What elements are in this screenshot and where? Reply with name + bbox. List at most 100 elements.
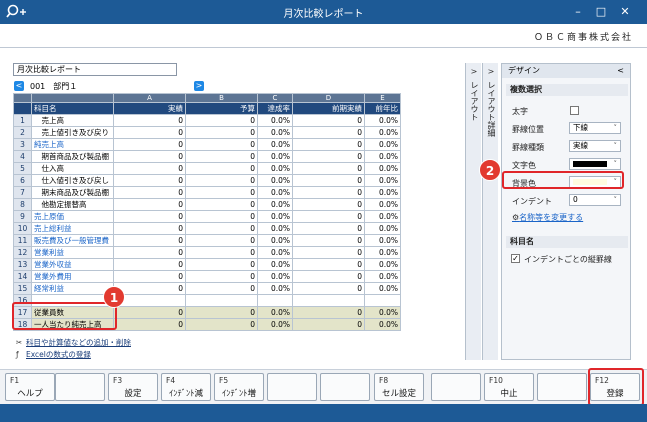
yoy-cell[interactable]: 0.0% [364,305,401,319]
actual-cell[interactable]: 0 [113,126,186,139]
achievement-cell[interactable]: 0.0% [257,234,293,247]
yoy-cell[interactable]: 0.0% [364,114,401,127]
prev-actual-cell[interactable]: 0 [292,174,365,187]
budget-cell[interactable]: 0 [185,114,258,127]
account-cell[interactable]: 販売費及び一般管理費 [31,234,114,247]
fkey-f1-button[interactable]: F1 ヘルプ [5,373,55,401]
prev-actual-cell[interactable]: 0 [292,317,365,331]
row-number[interactable]: 9 [13,210,32,223]
actual-cell[interactable]: 0 [113,114,186,127]
yoy-cell[interactable]: 0.0% [364,234,401,247]
yoy-cell[interactable]: 0.0% [364,270,401,283]
budget-cell[interactable] [185,294,258,307]
report-name-input[interactable]: 月次比較レポート [13,63,177,76]
achievement-cell[interactable]: 0.0% [257,246,293,259]
achievement-cell[interactable]: 0.0% [257,317,293,331]
prev-actual-cell[interactable]: 0 [292,270,365,283]
budget-cell[interactable]: 0 [185,234,258,247]
prev-actual-cell[interactable]: 0 [292,282,365,295]
budget-cell[interactable]: 0 [185,150,258,163]
prev-actual-cell[interactable]: 0 [292,210,365,223]
table-row[interactable]: 9 売上原価 0 0 0.0% 0 0.0% [13,210,401,223]
account-cell[interactable]: 期末商品及び製品棚 [31,186,114,199]
yoy-cell[interactable] [364,294,401,307]
achievement-cell[interactable] [257,294,293,307]
collapse-panel-button[interactable]: < [617,64,624,78]
indent-border-checkbox[interactable]: ✓ [511,254,520,263]
text-color-picker[interactable]: ˅ [569,158,621,170]
table-row[interactable]: 15 経常利益 0 0 0.0% 0 0.0% [13,282,401,295]
next-department-button[interactable]: > [194,81,204,91]
yoy-cell[interactable]: 0.0% [364,198,401,211]
prev-department-button[interactable]: < [14,81,24,91]
achievement-cell[interactable]: 0.0% [257,305,293,319]
fkey-f4-button[interactable]: F4 ｲﾝﾃﾞﾝﾄ減 [161,373,211,401]
achievement-cell[interactable]: 0.0% [257,174,293,187]
budget-cell[interactable]: 0 [185,210,258,223]
yoy-cell[interactable]: 0.0% [364,317,401,331]
account-cell[interactable]: 純売上高 [31,138,114,151]
row-number[interactable]: 14 [13,270,32,283]
row-number[interactable]: 12 [13,246,32,259]
actual-cell[interactable]: 0 [113,162,186,175]
header-yoy[interactable]: 前年比 [364,102,401,115]
fkey-f5-button[interactable]: F5 ｲﾝﾃﾞﾝﾄ増 [214,373,264,401]
actual-cell[interactable]: 0 [113,210,186,223]
row-number[interactable]: 3 [13,138,32,151]
bold-checkbox[interactable] [570,106,579,115]
account-cell[interactable]: 仕入値引き及び戻し [31,174,114,187]
budget-cell[interactable]: 0 [185,162,258,175]
achievement-cell[interactable]: 0.0% [257,150,293,163]
table-row[interactable]: 14 営業外費用 0 0 0.0% 0 0.0% [13,270,401,283]
actual-cell[interactable]: 0 [113,305,186,319]
header-achievement[interactable]: 達成率 [257,102,293,115]
actual-cell[interactable]: 0 [113,270,186,283]
table-row[interactable]: 12 営業利益 0 0 0.0% 0 0.0% [13,246,401,259]
achievement-cell[interactable]: 0.0% [257,198,293,211]
budget-cell[interactable]: 0 [185,186,258,199]
budget-cell[interactable]: 0 [185,258,258,271]
yoy-cell[interactable]: 0.0% [364,174,401,187]
account-cell[interactable]: 営業外収益 [31,258,114,271]
actual-cell[interactable]: 0 [113,222,186,235]
fkey-f8-button[interactable]: F8 セル設定 [374,373,424,401]
prev-actual-cell[interactable]: 0 [292,246,365,259]
row-number[interactable]: 15 [13,282,32,295]
actual-cell[interactable]: 0 [113,186,186,199]
achievement-cell[interactable]: 0.0% [257,114,293,127]
account-cell[interactable]: 営業外費用 [31,270,114,283]
yoy-cell[interactable]: 0.0% [364,186,401,199]
fkey-f3-button[interactable]: F3 設定 [108,373,158,401]
table-row[interactable]: 13 営業外収益 0 0 0.0% 0 0.0% [13,258,401,271]
table-row[interactable]: 4 期首商品及び製品棚 0 0 0.0% 0 0.0% [13,150,401,163]
yoy-cell[interactable]: 0.0% [364,258,401,271]
prev-actual-cell[interactable]: 0 [292,198,365,211]
table-row[interactable]: 7 期末商品及び製品棚 0 0 0.0% 0 0.0% [13,186,401,199]
account-cell[interactable]: 売上原価 [31,210,114,223]
budget-cell[interactable]: 0 [185,305,258,319]
prev-actual-cell[interactable]: 0 [292,186,365,199]
table-row[interactable]: 5 仕入高 0 0 0.0% 0 0.0% [13,162,401,175]
actual-cell[interactable]: 0 [113,138,186,151]
row-number[interactable]: 13 [13,258,32,271]
fkey-f10-button[interactable]: F10 中止 [484,373,534,401]
prev-actual-cell[interactable]: 0 [292,222,365,235]
table-row[interactable]: 10 売上総利益 0 0 0.0% 0 0.0% [13,222,401,235]
budget-cell[interactable]: 0 [185,174,258,187]
prev-actual-cell[interactable]: 0 [292,258,365,271]
yoy-cell[interactable]: 0.0% [364,282,401,295]
row-number[interactable]: 1 [13,114,32,127]
header-budget[interactable]: 予算 [185,102,258,115]
minimize-button[interactable]: – [570,4,586,20]
rename-link[interactable]: ⚙名称等を変更する [512,212,583,223]
row-number[interactable]: 10 [13,222,32,235]
yoy-cell[interactable]: 0.0% [364,210,401,223]
table-row[interactable]: 6 仕入値引き及び戻し 0 0 0.0% 0 0.0% [13,174,401,187]
budget-cell[interactable]: 0 [185,270,258,283]
yoy-cell[interactable]: 0.0% [364,150,401,163]
table-row[interactable]: 2 売上値引き及び戻り 0 0 0.0% 0 0.0% [13,126,401,139]
achievement-cell[interactable]: 0.0% [257,126,293,139]
prev-actual-cell[interactable]: 0 [292,150,365,163]
table-row[interactable]: 11 販売費及び一般管理費 0 0 0.0% 0 0.0% [13,234,401,247]
account-cell[interactable]: 売上値引き及び戻り [31,126,114,139]
